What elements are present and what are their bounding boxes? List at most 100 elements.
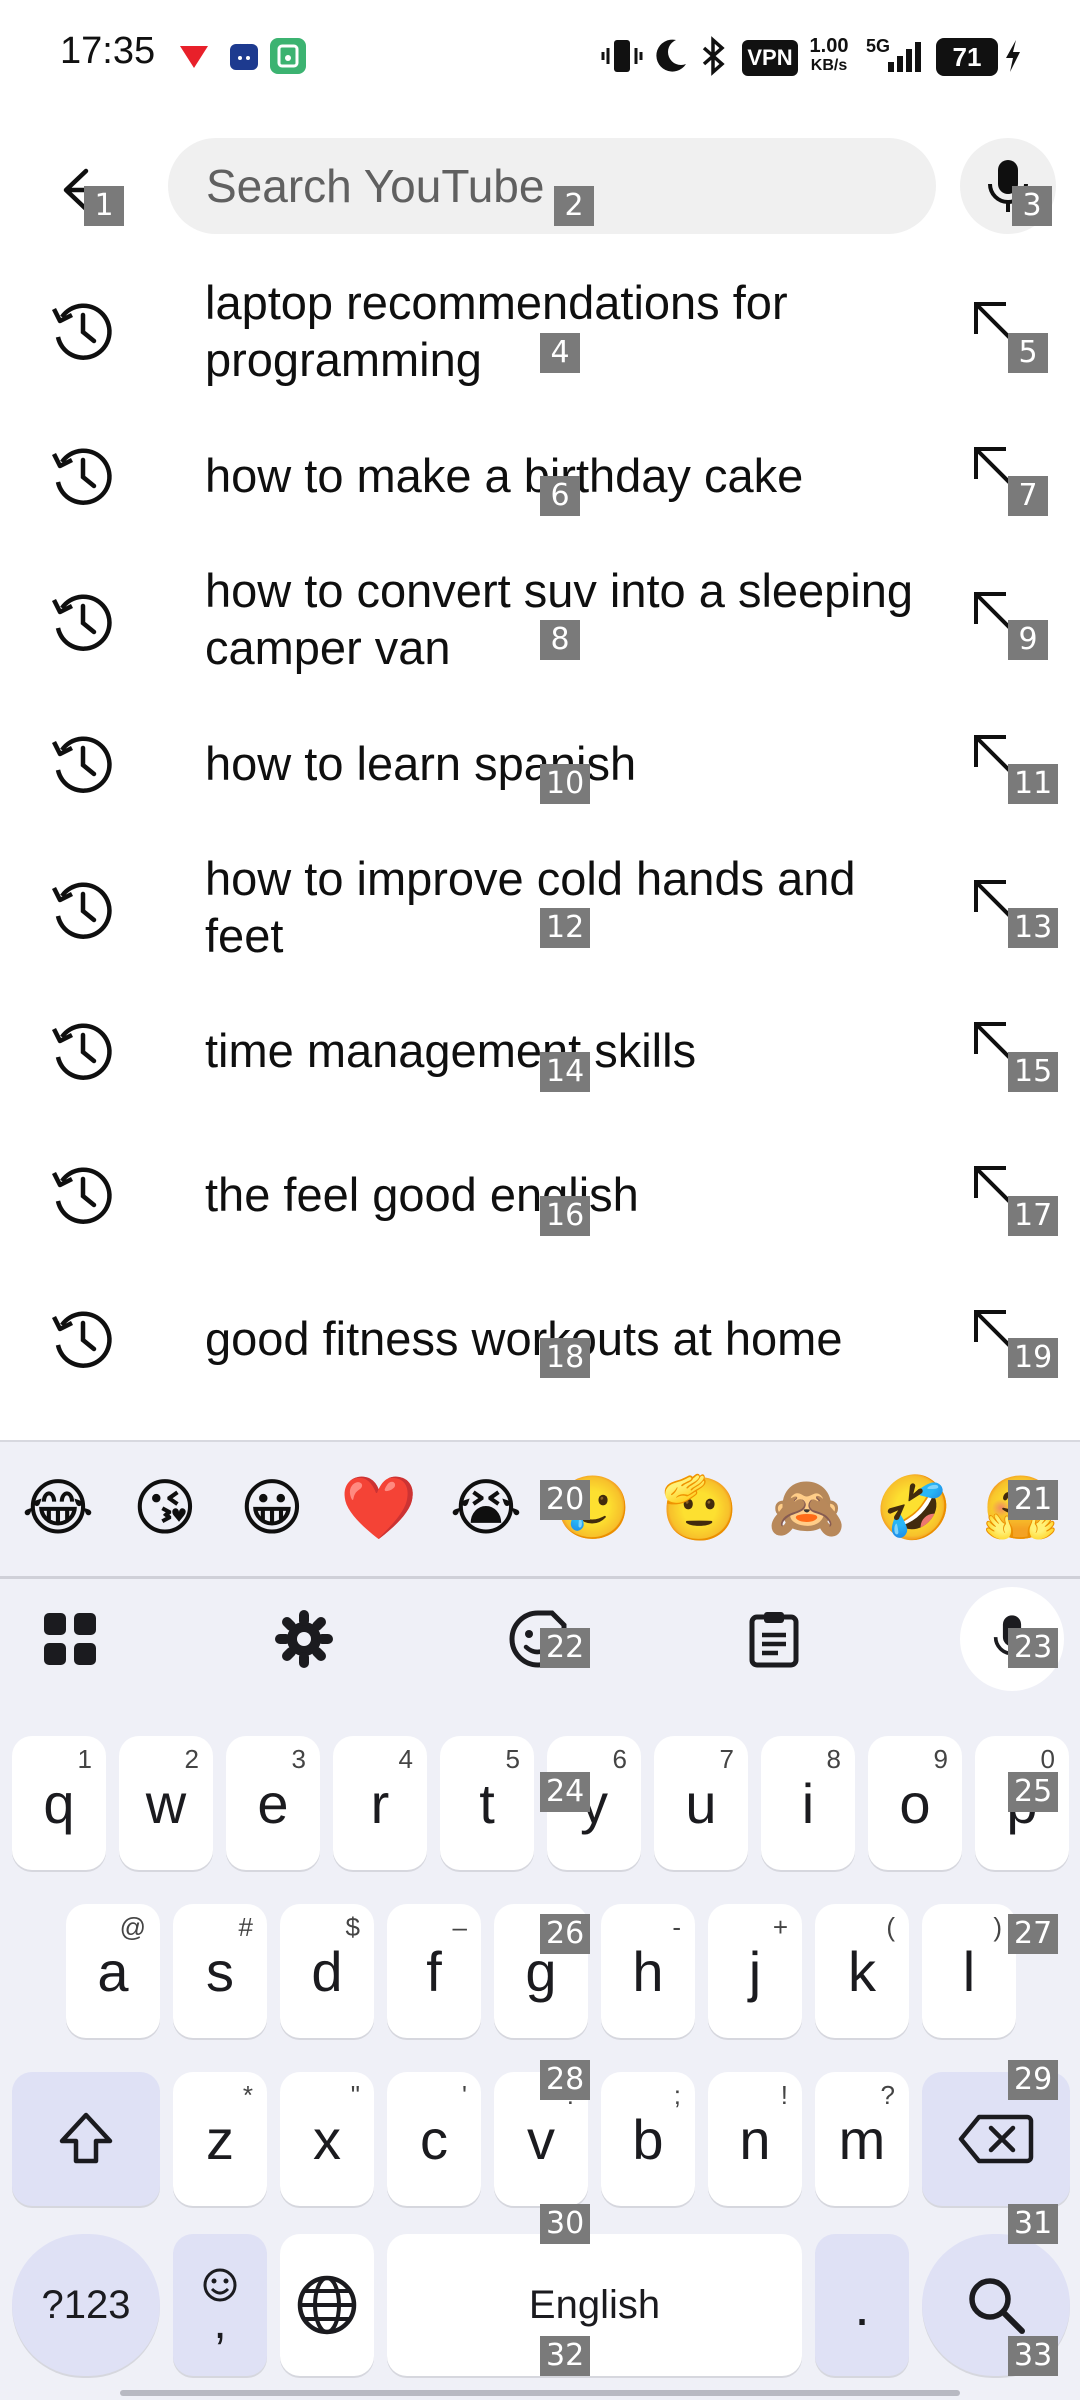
key-f[interactable]: f – [387, 1904, 481, 2038]
key-o[interactable]: o9 [868, 1736, 962, 1870]
marker-32: 32 [540, 2336, 591, 2376]
key-hint: ( [886, 1912, 895, 1942]
emoji-key[interactable]: ❤️ [339, 1468, 419, 1548]
emoji-key[interactable]: 😘 [125, 1468, 205, 1548]
history-icon [51, 594, 112, 651]
key-label: x [313, 2107, 341, 2171]
history-icon [51, 1023, 112, 1080]
key-a[interactable]: a @ [66, 1904, 160, 2038]
key-label: n [739, 2107, 771, 2171]
key-hint: ! [780, 2080, 788, 2110]
notification-app-icon-green [270, 38, 306, 74]
emoji-key[interactable]: 🫡 [660, 1468, 740, 1548]
key-label: i [801, 1771, 815, 1835]
key-label: k [848, 1939, 876, 2003]
key-b[interactable]: b; [601, 2072, 695, 2206]
marker-10: 10 [540, 764, 591, 804]
marker-5: 5 [1008, 333, 1048, 373]
symbols-key[interactable]: ?123 [12, 2234, 160, 2376]
key-j[interactable]: j + [708, 1904, 802, 2038]
key-label: l [962, 1939, 976, 2003]
key-i[interactable]: i8 [761, 1736, 855, 1870]
key-e[interactable]: e3 [226, 1736, 320, 1870]
space-key[interactable]: English [387, 2234, 802, 2376]
emoji-key[interactable]: 😭 [446, 1468, 526, 1548]
key-t[interactable]: t5 [440, 1736, 534, 1870]
network-speed-value: 1.00 [809, 35, 849, 57]
apps-grid-button[interactable] [20, 1589, 120, 1689]
marker-29: 29 [1008, 2060, 1059, 2100]
key-hint: # [238, 1912, 253, 1942]
charging-bolt-icon [1002, 36, 1024, 76]
emoji-key[interactable]: 🤣 [874, 1468, 954, 1548]
key-w[interactable]: w2 [119, 1736, 213, 1870]
suggestion-item[interactable]: how to make a birthday cake [0, 405, 1080, 545]
key-d[interactable]: d $ [280, 1904, 374, 2038]
shift-key[interactable] [12, 2072, 160, 2206]
key-m[interactable]: m? [815, 2072, 909, 2206]
key-label: r [370, 1771, 390, 1835]
apps-grid-icon [44, 1613, 96, 1665]
key-label: h [632, 1939, 664, 2003]
key-h[interactable]: h- [601, 1904, 695, 2038]
emoji-key[interactable]: 😂 [18, 1468, 98, 1548]
clipboard-button[interactable] [724, 1589, 824, 1689]
key-u[interactable]: u7 [654, 1736, 748, 1870]
emoji-comma-key[interactable]: , [173, 2234, 267, 2376]
marker-7: 7 [1008, 476, 1048, 516]
key-hint: $ [345, 1912, 360, 1942]
history-icon [51, 303, 112, 360]
marker-24: 24 [540, 1772, 591, 1812]
language-key[interactable] [280, 2234, 374, 2376]
key-label: v [527, 2107, 555, 2171]
notification-app-icon-red [176, 38, 212, 74]
marker-26: 26 [540, 1914, 591, 1954]
key-hint: " [350, 2080, 360, 2110]
clipboard-icon [749, 1612, 799, 1668]
vibrate-icon [600, 36, 644, 76]
emoji-key[interactable]: 😀 [232, 1468, 312, 1548]
key-s[interactable]: s # [173, 1904, 267, 2038]
key-hint: + [772, 1912, 788, 1942]
key-label: w [145, 1771, 187, 1835]
status-time: 17:35 [60, 30, 156, 72]
suggestion-item[interactable]: how to improve cold hands and feet [0, 836, 1080, 976]
key-n[interactable]: n! [708, 2072, 802, 2206]
marker-30: 30 [540, 2204, 591, 2244]
globe-icon [297, 2275, 357, 2335]
emoji-key[interactable]: 🙈 [767, 1468, 847, 1548]
period-key[interactable]: . [815, 2234, 909, 2376]
marker-8: 8 [540, 620, 580, 660]
key-r[interactable]: r4 [333, 1736, 427, 1870]
key-hint: - [672, 1912, 681, 1942]
key-hint: – [452, 1912, 467, 1942]
key-hint: 4 [398, 1744, 413, 1774]
history-icon [51, 1167, 112, 1224]
gesture-navigation-bar[interactable] [120, 2390, 960, 2396]
search-box[interactable] [168, 138, 936, 234]
key-label: q [43, 1771, 75, 1835]
suggestion-item[interactable]: how to convert suv into a sleeping campe… [0, 548, 1080, 688]
suggestion-item[interactable]: how to learn spanish [0, 693, 1080, 833]
gear-icon [275, 1610, 333, 1668]
marker-9: 9 [1008, 620, 1048, 660]
key-l[interactable]: l) [922, 1904, 1016, 2038]
keyboard-settings-button[interactable] [254, 1589, 354, 1689]
key-x[interactable]: x " [280, 2072, 374, 2206]
marker-4: 4 [540, 333, 580, 373]
key-label: a [97, 1939, 129, 2003]
key-c[interactable]: c ' [387, 2072, 481, 2206]
network-speed-unit: KB/s [810, 57, 848, 74]
key-label: z [206, 2107, 234, 2171]
key-label: o [899, 1771, 931, 1835]
suggestion-item[interactable]: the feel good english [0, 1124, 1080, 1264]
suggestion-item[interactable]: time management skills [0, 980, 1080, 1120]
battery-indicator: 71 [936, 38, 998, 76]
key-q[interactable]: q1 [12, 1736, 106, 1870]
key-label: c [420, 2107, 448, 2171]
marker-13: 13 [1008, 908, 1059, 948]
key-k[interactable]: k( [815, 1904, 909, 2038]
key-z[interactable]: z * [173, 2072, 267, 2206]
marker-6: 6 [540, 476, 580, 516]
suggestion-item[interactable]: laptop recommendations for programming [0, 260, 1080, 400]
